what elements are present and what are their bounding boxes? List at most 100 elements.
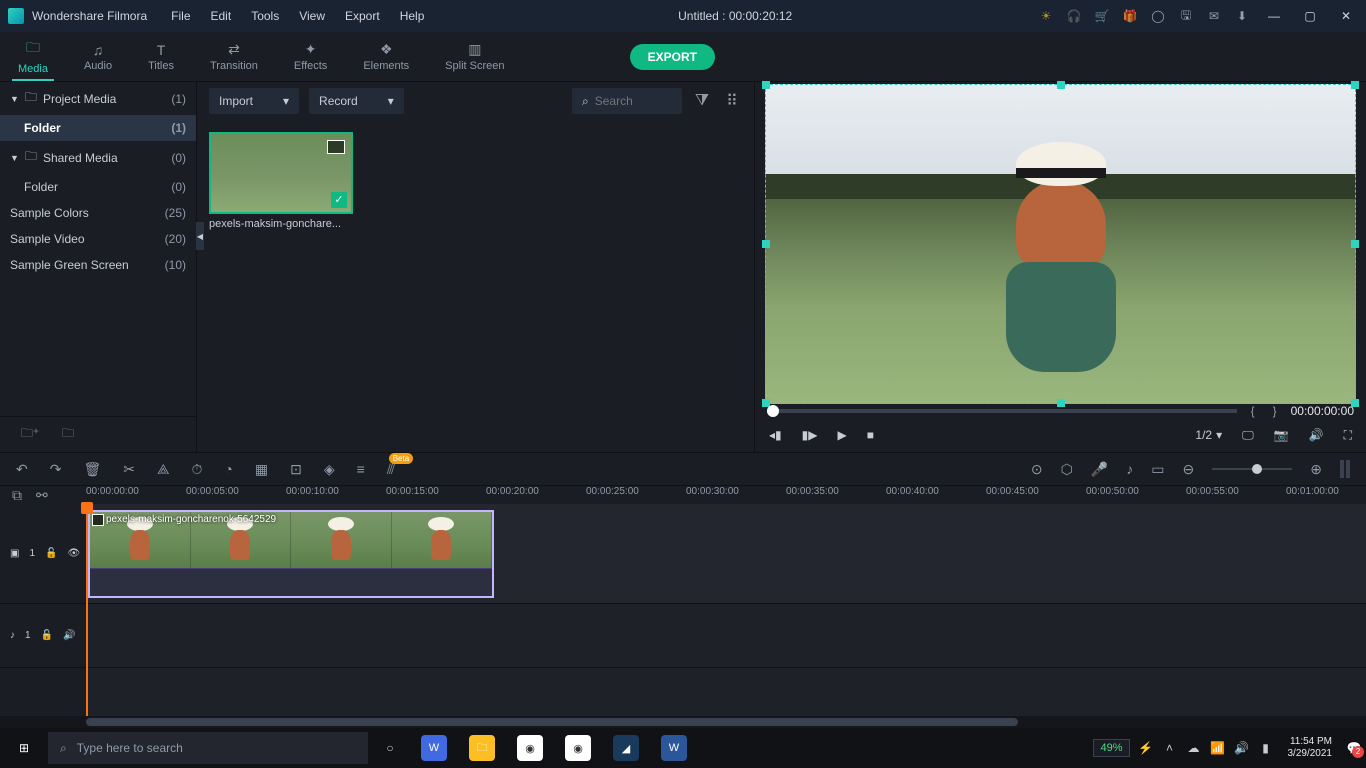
tab-media[interactable]: 🗀Media xyxy=(12,33,54,81)
play-pause-icon[interactable]: ▮▶ xyxy=(802,428,818,442)
link-icon[interactable]: ⚯ xyxy=(36,487,48,504)
display-icon[interactable]: 🖵 xyxy=(1242,428,1254,443)
export-button[interactable]: EXPORT xyxy=(630,44,715,70)
folder-icon[interactable]: 🗀 xyxy=(58,425,78,445)
tray-chevron-icon[interactable]: ˄ xyxy=(1162,740,1178,756)
tab-elements[interactable]: ❖Elements xyxy=(357,37,415,76)
notification-icon[interactable]: 💬2 xyxy=(1346,740,1362,756)
zoom-in-icon[interactable]: ⊕ xyxy=(1310,461,1322,478)
taskbar-clock[interactable]: 11:54 PM 3/29/2021 xyxy=(1282,736,1339,760)
search-input[interactable] xyxy=(595,94,665,108)
media-thumbnail[interactable]: ✓ pexels-maksim-gonchare... xyxy=(209,132,353,230)
zoom-out-icon[interactable]: ⊖ xyxy=(1183,461,1195,478)
sidebar-sample-colors[interactable]: Sample Colors (25) xyxy=(0,200,196,226)
resize-handle[interactable] xyxy=(1057,81,1065,89)
menu-file[interactable]: File xyxy=(163,5,198,27)
eye-icon[interactable]: 👁 xyxy=(67,548,80,559)
account-icon[interactable]: ◯ xyxy=(1150,8,1166,24)
sidebar-collapse-handle[interactable]: ◀ xyxy=(196,222,204,250)
undo-icon[interactable]: ↶ xyxy=(16,461,28,478)
playhead[interactable] xyxy=(86,502,88,716)
cloud-icon[interactable]: ☁ xyxy=(1186,740,1202,756)
tab-effects[interactable]: ✦Effects xyxy=(288,37,333,76)
new-folder-icon[interactable]: 🗀⁺ xyxy=(20,425,40,445)
record-dropdown[interactable]: Record▾ xyxy=(309,88,404,114)
copy-icon[interactable]: ⧉ xyxy=(12,487,22,504)
mark-out-icon[interactable]: } xyxy=(1273,404,1277,418)
resize-handle[interactable] xyxy=(762,81,770,89)
resize-handle[interactable] xyxy=(1351,81,1359,89)
sidebar-folder[interactable]: Folder (0) xyxy=(0,174,196,200)
menu-help[interactable]: Help xyxy=(392,5,433,27)
filter-icon[interactable]: ⧩ xyxy=(692,91,712,111)
sidebar-folder-active[interactable]: Folder (1) xyxy=(0,115,196,141)
sound-icon[interactable]: 🔊 xyxy=(1234,740,1250,756)
taskbar-search[interactable]: ⌕ Type here to search xyxy=(48,732,368,764)
taskbar-app-chrome[interactable]: ◉ xyxy=(508,732,552,764)
taskbar-app-filmora[interactable]: ◢ xyxy=(604,732,648,764)
lock-icon[interactable]: 🔓 xyxy=(41,630,53,641)
window-minimize-icon[interactable]: — xyxy=(1262,4,1286,28)
view-ratio-dropdown[interactable]: 1/2 ▾ xyxy=(1195,428,1222,442)
sidebar-sample-video[interactable]: Sample Video (20) xyxy=(0,226,196,252)
timeline-clip[interactable]: pexels-maksim-goncharenok-5642529 xyxy=(88,510,494,598)
battery-icon[interactable]: ▮ xyxy=(1258,740,1274,756)
redo-icon[interactable]: ↷ xyxy=(50,461,62,478)
render-icon[interactable]: ⊙ xyxy=(1031,461,1043,478)
crop-icon[interactable]: ⟁ xyxy=(157,461,170,478)
audio-wave-icon[interactable]: ⫻Beta xyxy=(387,461,395,478)
resize-handle[interactable] xyxy=(1351,399,1359,407)
video-track-header[interactable]: ▣1 🔓 👁 xyxy=(0,504,86,604)
save-icon[interactable]: 🖫 xyxy=(1178,8,1194,24)
brightness-icon[interactable]: ☀ xyxy=(1038,8,1054,24)
taskbar-app-word[interactable]: W xyxy=(652,732,696,764)
preview-canvas[interactable] xyxy=(765,84,1356,404)
keyframe-icon[interactable]: ◈ xyxy=(324,461,335,478)
scrub-handle[interactable] xyxy=(767,405,779,417)
mark-in-icon[interactable]: { xyxy=(1251,404,1255,418)
snapshot-icon[interactable]: 📷 xyxy=(1274,428,1289,442)
cut-icon[interactable]: ✂ xyxy=(123,461,135,478)
menu-tools[interactable]: Tools xyxy=(243,5,287,27)
menu-view[interactable]: View xyxy=(291,5,333,27)
lock-icon[interactable]: 🔓 xyxy=(45,548,57,559)
sidebar-sample-green-screen[interactable]: Sample Green Screen (10) xyxy=(0,252,196,278)
power-icon[interactable]: ⚡ xyxy=(1138,740,1154,756)
voiceover-icon[interactable]: 🎤 xyxy=(1091,461,1108,478)
tab-audio[interactable]: ♫Audio xyxy=(78,38,118,76)
zoom-fit-icon[interactable] xyxy=(1340,460,1350,478)
taskbar-app-explorer[interactable]: 🗀 xyxy=(460,732,504,764)
delete-icon[interactable]: 🗑 xyxy=(83,461,101,478)
media-search[interactable]: ⌕ xyxy=(572,88,682,114)
sidebar-shared-media[interactable]: ▼🗀Shared Media (0) xyxy=(0,141,196,174)
timeline-scrollbar[interactable] xyxy=(0,716,1366,728)
audio-track[interactable] xyxy=(86,604,1366,668)
speaker-icon[interactable]: 🔊 xyxy=(63,630,75,641)
tab-split-screen[interactable]: ▥Split Screen xyxy=(439,37,510,76)
tab-transition[interactable]: ⇄Transition xyxy=(204,37,264,76)
green-screen-icon[interactable]: ▦ xyxy=(255,461,268,478)
window-close-icon[interactable]: ✕ xyxy=(1334,4,1358,28)
taskbar-app-wps[interactable]: W xyxy=(412,732,456,764)
zoom-thumb[interactable] xyxy=(1252,464,1262,474)
resize-handle[interactable] xyxy=(1057,399,1065,407)
audio-track-header[interactable]: ♪1 🔓 🔊 xyxy=(0,604,86,668)
play-icon[interactable]: ▶ xyxy=(837,428,846,442)
resize-handle[interactable] xyxy=(762,240,770,248)
gift-icon[interactable]: 🎁 xyxy=(1122,8,1138,24)
scrollbar-thumb[interactable] xyxy=(86,718,1018,726)
speed-icon[interactable]: ⏱ xyxy=(191,461,202,478)
menu-edit[interactable]: Edit xyxy=(203,5,240,27)
zoom-slider[interactable] xyxy=(1212,468,1292,470)
mixer-icon[interactable]: ♪ xyxy=(1126,461,1133,477)
video-track[interactable]: pexels-maksim-goncharenok-5642529 xyxy=(86,504,1366,604)
color-icon[interactable]: ◔ xyxy=(224,461,232,477)
import-dropdown[interactable]: Import▾ xyxy=(209,88,299,114)
headset-icon[interactable]: 🎧 xyxy=(1066,8,1082,24)
prev-frame-icon[interactable]: ◂▮ xyxy=(769,428,782,442)
timeline-ruler[interactable]: ⧉ ⚯ 00:00:00:0000:00:05:0000:00:10:0000:… xyxy=(0,486,1366,504)
resize-handle[interactable] xyxy=(1351,240,1359,248)
menu-export[interactable]: Export xyxy=(337,5,388,27)
ratio-icon[interactable]: ▭ xyxy=(1151,461,1164,478)
fullscreen-icon[interactable]: ⛶ xyxy=(1344,428,1352,443)
